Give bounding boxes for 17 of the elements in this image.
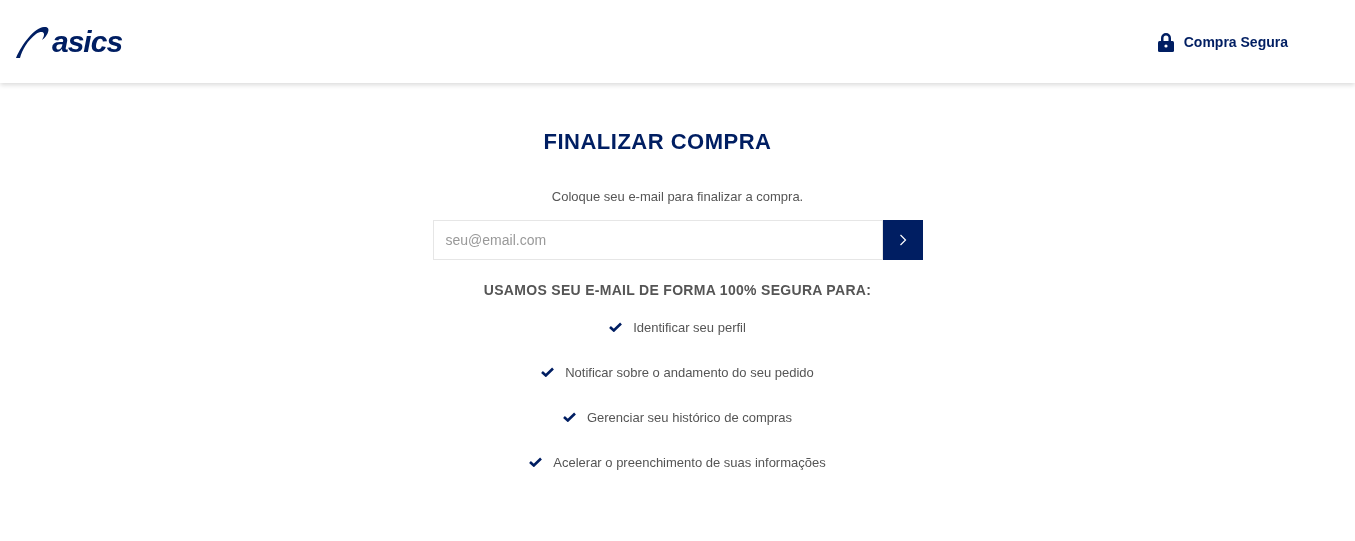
secure-purchase-label: Compra Segura	[1183, 33, 1288, 50]
benefit-text: Identificar seu perfil	[633, 319, 746, 335]
checkmark-icon	[541, 367, 555, 377]
lock-icon	[1157, 31, 1174, 52]
benefit-text: Gerenciar seu histórico de compras	[586, 409, 793, 425]
submit-button[interactable]	[882, 220, 923, 260]
page-title: FINALIZAR COMPRA	[543, 129, 772, 155]
email-field[interactable]: seu@email.com	[432, 220, 883, 260]
benefit-text: Acelerar o preenchimento de suas informações	[553, 454, 826, 470]
chevron-right-icon	[898, 234, 907, 246]
benefits-heading: USAMOS SEU E-MAIL DE FORMA 100% SEGURA PARA:	[483, 282, 872, 298]
checkmark-icon	[609, 322, 623, 332]
instruction-text: Coloque seu e-mail para finalizar a compra.	[551, 189, 804, 204]
checkmark-icon	[529, 457, 543, 467]
benefit-text: Notificar sobre o andamento do seu pedido	[565, 364, 814, 380]
checkmark-icon	[562, 412, 576, 422]
brand-logo[interactable]: asics	[52, 24, 123, 59]
